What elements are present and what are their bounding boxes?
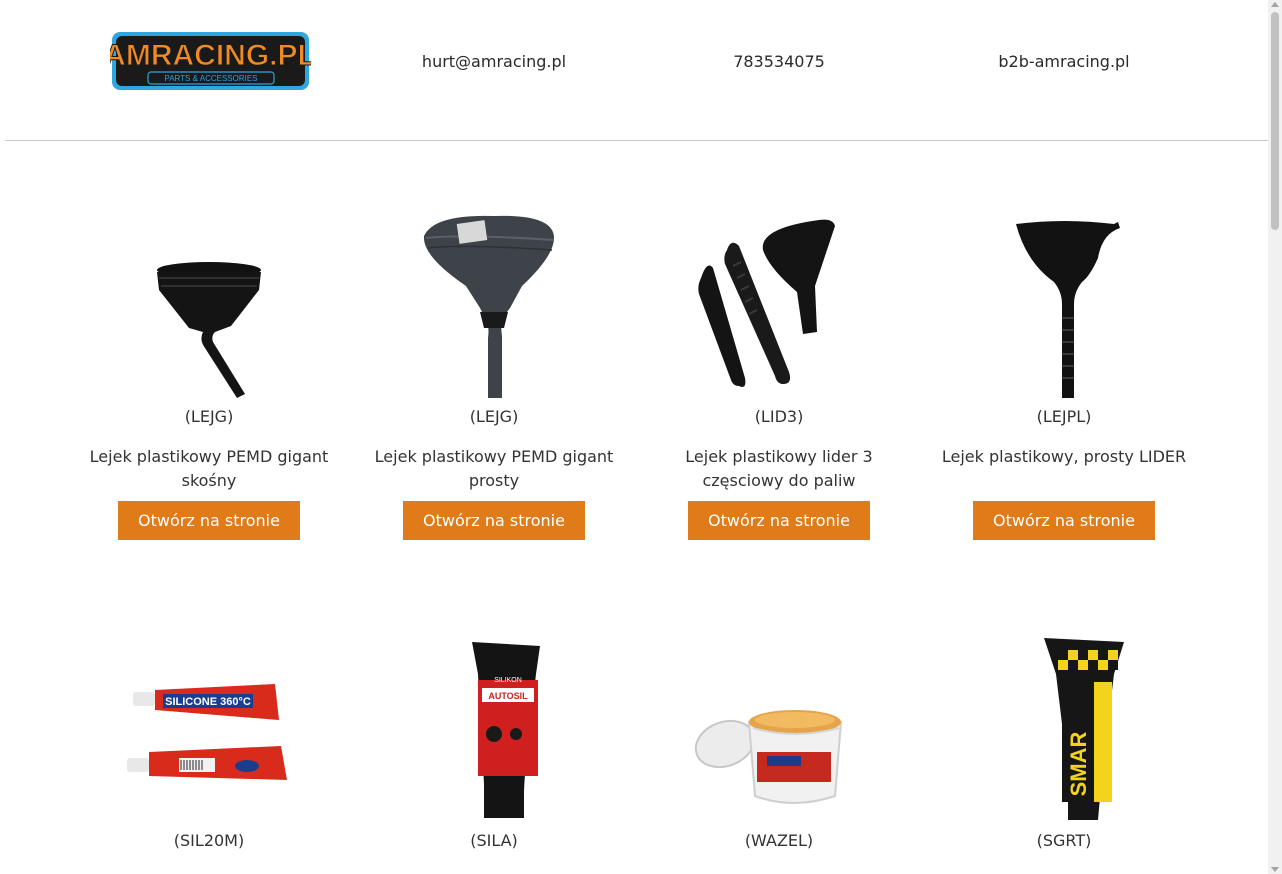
funnel-kit-icon[interactable]: [689, 208, 869, 398]
autosil-tube-icon[interactable]: AUTOSIL SILIKON: [404, 634, 584, 820]
product-name: Lejek plastikowy PEMD gigant skośny: [89, 447, 329, 490]
scrollbar-thumb[interactable]: [1271, 12, 1279, 230]
graphite-grease-tube-icon[interactable]: SMAR: [974, 634, 1154, 820]
contact-email[interactable]: hurt@amracing.pl: [384, 52, 604, 71]
svg-text:SILIKON: SILIKON: [494, 677, 522, 684]
site-header: AMRACING.PL PARTS & ACCESSORIES hurt@amr…: [0, 0, 1268, 141]
header-divider: [5, 140, 1268, 141]
logo-text: AMRACING.PL: [110, 39, 311, 72]
scroll-up-icon[interactable]: [1271, 2, 1279, 7]
product-code: (LID3): [754, 407, 804, 426]
amracing-logo[interactable]: AMRACING.PL PARTS & ACCESSORIES: [110, 30, 311, 92]
svg-text:AUTOSIL: AUTOSIL: [488, 691, 528, 701]
product-code: (LEJG): [184, 407, 234, 426]
straight-funnel-icon[interactable]: [974, 208, 1154, 398]
product-card: SILICONE 360°C (SIL20M): [79, 634, 339, 874]
logo-subtext: PARTS & ACCESSORIES: [164, 74, 257, 83]
product-card: (LEJPL) Lejek plastikowy, prosty LIDER O…: [934, 208, 1194, 548]
product-code: (SGRT): [1036, 831, 1092, 850]
open-on-site-button[interactable]: Otwórz na stronie: [403, 501, 585, 540]
product-card: SMAR (SGRT): [934, 634, 1194, 874]
product-card: AUTOSIL SILIKON (SILA): [364, 634, 624, 874]
product-card: (LEJG) Lejek plastikowy PEMD gigant skoś…: [79, 208, 339, 548]
product-name: Lejek plastikowy PEMD gigant prosty: [374, 447, 614, 490]
product-code: (SILA): [470, 831, 518, 850]
angled-funnel-icon[interactable]: [119, 208, 299, 398]
svg-text:SMAR: SMAR: [1066, 732, 1091, 797]
contact-website[interactable]: b2b-amracing.pl: [954, 52, 1174, 71]
open-on-site-button[interactable]: Otwórz na stronie: [973, 501, 1155, 540]
scroll-down-icon[interactable]: [1271, 867, 1279, 872]
silicone-tubes-icon[interactable]: SILICONE 360°C: [119, 634, 299, 820]
product-card: (WAZEL): [649, 634, 909, 874]
product-card: (LID3) Lejek plastikowy lider 3 częsciow…: [649, 208, 909, 548]
product-name: Lejek plastikowy, prosty LIDER: [941, 447, 1187, 466]
large-funnel-icon[interactable]: [404, 208, 584, 398]
grease-bucket-icon[interactable]: [689, 634, 869, 820]
product-code: (LEJPL): [1036, 407, 1092, 426]
product-code: (WAZEL): [744, 831, 814, 850]
product-code: (LEJG): [469, 407, 519, 426]
product-name: Lejek plastikowy lider 3 częsciowy do pa…: [685, 447, 873, 490]
page-scrollbar[interactable]: [1268, 0, 1282, 874]
svg-text:SILICONE 360°C: SILICONE 360°C: [165, 696, 251, 708]
product-code: (SIL20M): [173, 831, 245, 850]
open-on-site-button[interactable]: Otwórz na stronie: [688, 501, 870, 540]
contact-phone[interactable]: 783534075: [669, 52, 889, 71]
product-card: (LEJG) Lejek plastikowy PEMD gigant pros…: [364, 208, 624, 548]
open-on-site-button[interactable]: Otwórz na stronie: [118, 501, 300, 540]
